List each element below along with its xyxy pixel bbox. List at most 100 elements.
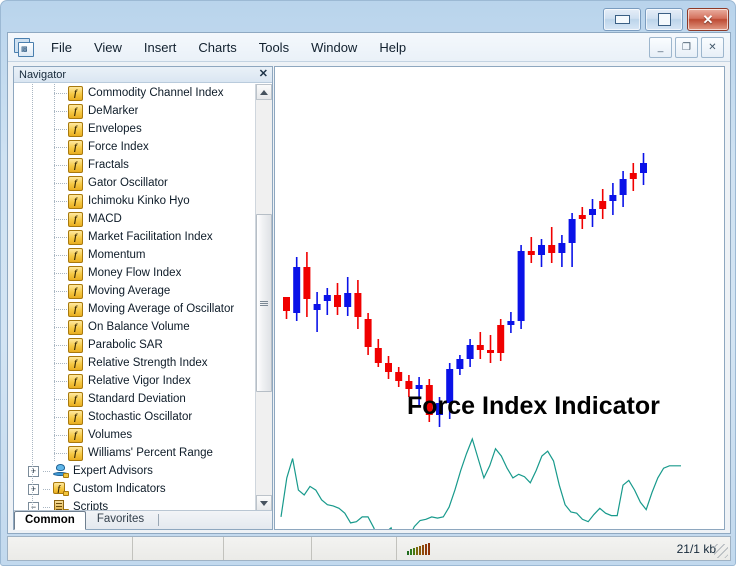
candle-body	[456, 359, 464, 369]
expert-advisor-icon	[53, 464, 69, 478]
menu-view[interactable]: View	[83, 36, 133, 59]
tree-item-indicator[interactable]: f MACD	[14, 210, 250, 228]
candle-body	[334, 295, 341, 307]
tab-separator	[158, 514, 160, 526]
navigator-close-icon[interactable]: ✕	[259, 68, 268, 81]
tree-item-label: Market Facilitation Index	[88, 231, 213, 243]
tree-item-label: Stochastic Oscillator	[88, 411, 193, 423]
mdi-minimize-button[interactable]: _	[649, 37, 672, 58]
tree-indent-guides	[14, 102, 84, 120]
tree-item-category[interactable]: + f Custom Indicators	[14, 480, 250, 498]
candle-body	[405, 381, 413, 389]
candle-body	[466, 345, 474, 359]
tree-indent-guides	[14, 228, 84, 246]
custom-indicator-icon: f	[53, 482, 69, 496]
tree-item-indicator[interactable]: f Market Facilitation Index	[14, 228, 250, 246]
mdi-window-controls: _ ❐ ✕	[649, 37, 724, 58]
status-bar: 21/1 kb	[7, 536, 731, 561]
candle-body	[619, 179, 627, 195]
tree-item-indicator[interactable]: f Commodity Channel Index	[14, 84, 250, 102]
tree-item-label: Williams' Percent Range	[88, 447, 213, 459]
tree-item-indicator[interactable]: f Volumes	[14, 426, 250, 444]
tree-item-label: Fractals	[88, 159, 129, 171]
tree-indent-guides	[14, 192, 84, 210]
tree-item-indicator[interactable]: f Stochastic Oscillator	[14, 408, 250, 426]
tab-favorites[interactable]: Favorites	[86, 510, 155, 529]
tree-item-indicator[interactable]: f Money Flow Index	[14, 264, 250, 282]
close-window-button[interactable]: ✕	[687, 8, 729, 31]
tree-item-indicator[interactable]: f Momentum	[14, 246, 250, 264]
maximize-window-button[interactable]	[645, 8, 683, 31]
tree-item-indicator[interactable]: f DeMarker	[14, 102, 250, 120]
menu-tools[interactable]: Tools	[248, 36, 300, 59]
force-index-line	[280, 437, 681, 529]
tree-item-label: Relative Strength Index	[88, 357, 208, 369]
scrollbar-thumb[interactable]	[256, 214, 272, 392]
candle-body	[354, 293, 362, 317]
tree-item-label: On Balance Volume	[88, 321, 190, 333]
resize-grip-icon[interactable]	[714, 544, 728, 558]
navigator-body: f Commodity Channel Index f DeMarker f Envelo…	[14, 84, 272, 511]
tree-item-label: Money Flow Index	[88, 267, 182, 279]
candle-body	[568, 219, 576, 243]
tree-item-label: Relative Vigor Index	[88, 375, 191, 387]
navigator-tabs: Common Favorites	[14, 510, 272, 530]
application-window: ✕ ▩ File View Insert Charts Tools Window…	[0, 0, 736, 566]
navigator-scrollbar[interactable]	[255, 84, 272, 511]
minimize-window-button[interactable]	[603, 8, 641, 31]
tree-item-indicator[interactable]: f Force Index	[14, 138, 250, 156]
navigator-header: Navigator ✕	[14, 67, 272, 83]
tree-item-label: Commodity Channel Index	[88, 87, 224, 99]
candle-body	[313, 304, 321, 310]
candle-body	[629, 173, 637, 179]
menu-bar: ▩ File View Insert Charts Tools Window H…	[8, 33, 730, 62]
tree-item-indicator[interactable]: f Envelopes	[14, 120, 250, 138]
chart-panel[interactable]: Force Index Indicator	[274, 66, 725, 530]
candle-body	[609, 195, 617, 201]
chart-caption-text: Force Index Indicator	[407, 392, 660, 420]
client-area: ▩ File View Insert Charts Tools Window H…	[7, 32, 731, 534]
tree-item-indicator[interactable]: f Fractals	[14, 156, 250, 174]
tree-item-label: DeMarker	[88, 105, 139, 117]
menu-insert[interactable]: Insert	[133, 36, 188, 59]
tree-item-indicator[interactable]: f Parabolic SAR	[14, 336, 250, 354]
scroll-up-button[interactable]	[256, 84, 272, 100]
tree-item-indicator[interactable]: f Standard Deviation	[14, 390, 250, 408]
tree-item-indicator[interactable]: f Moving Average of Oscillator	[14, 300, 250, 318]
candle-body	[589, 209, 596, 215]
tree-item-indicator[interactable]: f Relative Vigor Index	[14, 372, 250, 390]
tree-item-indicator[interactable]: f On Balance Volume	[14, 318, 250, 336]
tree-item-indicator[interactable]: f Gator Oscillator	[14, 174, 250, 192]
menu-window[interactable]: Window	[300, 36, 368, 59]
tree-item-category[interactable]: + Expert Advisors	[14, 462, 250, 480]
tree-item-indicator[interactable]: f Ichimoku Kinko Hyo	[14, 192, 250, 210]
tree-item-label: Moving Average	[88, 285, 171, 297]
candle-body	[558, 243, 566, 253]
candle-body	[385, 363, 392, 372]
candle-body	[538, 245, 545, 255]
candle-body	[640, 163, 647, 173]
tree-indent-guides	[14, 462, 84, 480]
menu-file[interactable]: File	[40, 36, 83, 59]
candle-body	[303, 267, 311, 299]
status-cell-4	[312, 537, 397, 560]
tab-common[interactable]: Common	[14, 511, 86, 530]
menu-help[interactable]: Help	[368, 36, 417, 59]
tree-item-label: Envelopes	[88, 123, 142, 135]
tree-item-indicator[interactable]: f Williams' Percent Range	[14, 444, 250, 462]
tree-item-indicator[interactable]: f Moving Average	[14, 282, 250, 300]
candle-body	[527, 251, 535, 255]
candle-body	[497, 325, 505, 353]
tree-item-indicator[interactable]: f Relative Strength Index	[14, 354, 250, 372]
tree-indent-guides	[14, 408, 84, 426]
mdi-close-button[interactable]: ✕	[701, 37, 724, 58]
tree-item-label: Custom Indicators	[73, 483, 166, 495]
mdi-restore-button[interactable]: ❐	[675, 37, 698, 58]
menu-charts[interactable]: Charts	[187, 36, 247, 59]
tree-indent-guides	[14, 390, 84, 408]
tree-indent-guides	[14, 336, 84, 354]
tree-indent-guides	[14, 210, 84, 228]
scroll-down-button[interactable]	[256, 495, 272, 511]
tree-indent-guides	[14, 138, 84, 156]
tree-item-label: Force Index	[88, 141, 149, 153]
